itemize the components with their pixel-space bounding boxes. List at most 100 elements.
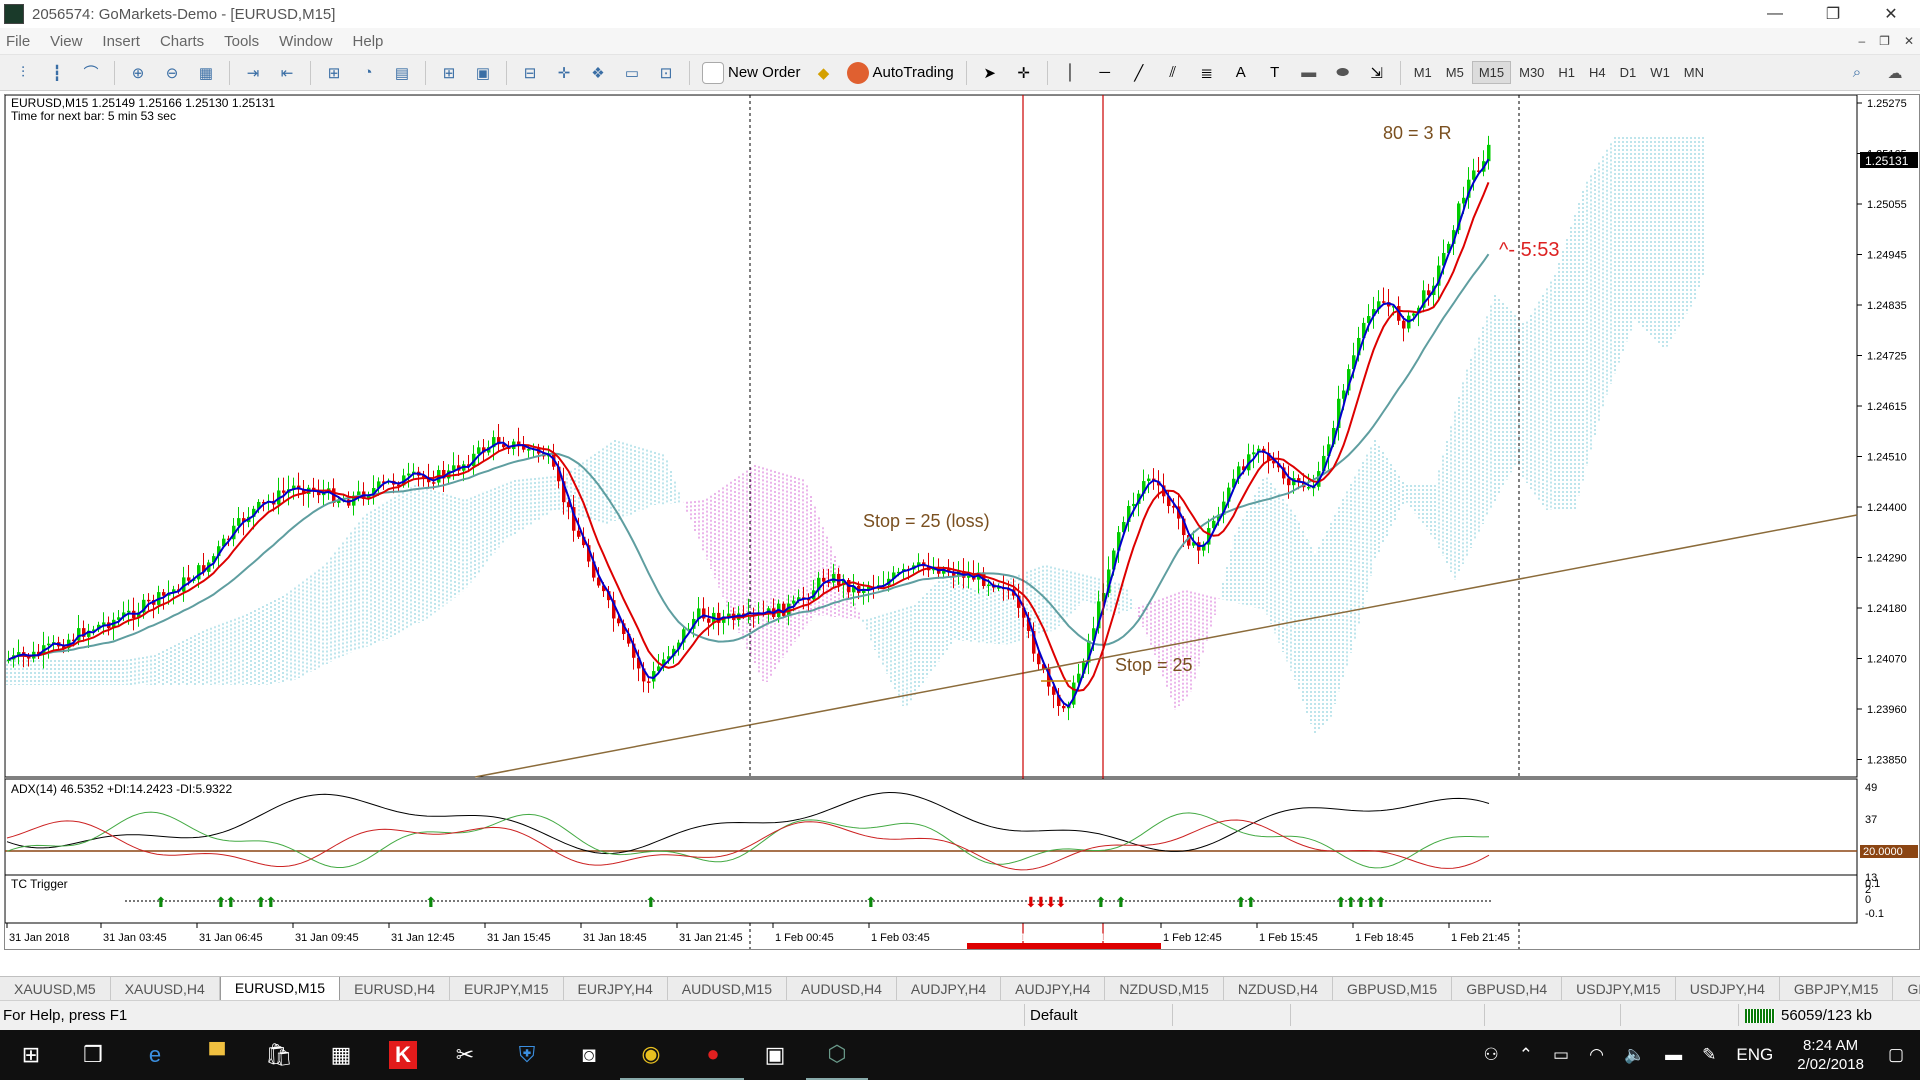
chart-tab[interactable]: USDJPY,M15: [1562, 977, 1676, 1000]
tf-m5[interactable]: M5: [1440, 62, 1470, 83]
chart-tab[interactable]: AUDJPY,H4: [897, 977, 1002, 1000]
text-icon[interactable]: A: [1227, 59, 1255, 87]
pen-icon[interactable]: ✎: [1702, 1045, 1716, 1065]
line-chart-icon[interactable]: ⌒: [77, 59, 105, 87]
chart-shift-icon[interactable]: ⇤: [273, 59, 301, 87]
navigator-icon[interactable]: ❖: [584, 59, 612, 87]
chart-window[interactable]: EURUSD,M15 1.25149 1.25166 1.25130 1.251…: [4, 94, 1920, 958]
people-icon[interactable]: ⚇: [1484, 1045, 1499, 1065]
chart-tab[interactable]: EURUSD,M15: [219, 977, 341, 1000]
chart-tab[interactable]: AUDJPY,H4: [1001, 977, 1106, 1000]
menu-file[interactable]: File: [0, 33, 40, 50]
close-button[interactable]: ✕: [1862, 0, 1920, 28]
meta-editor-icon[interactable]: ◆: [810, 59, 838, 87]
zoom-out-icon[interactable]: ⊖: [158, 59, 186, 87]
tf-h1[interactable]: H1: [1552, 62, 1581, 83]
tf-d1[interactable]: D1: [1614, 62, 1643, 83]
menu-tools[interactable]: Tools: [214, 33, 269, 50]
chart-tab[interactable]: GB: [1893, 977, 1920, 1000]
chart-tab[interactable]: EURJPY,M15: [450, 977, 564, 1000]
market-watch-icon[interactable]: ⊟: [516, 59, 544, 87]
chart-tab[interactable]: EURUSD,H4: [340, 977, 450, 1000]
chart-tab[interactable]: GBPUSD,M15: [1333, 977, 1453, 1000]
chart-tab[interactable]: NZDUSD,H4: [1224, 977, 1333, 1000]
profiles-icon[interactable]: ▣: [469, 59, 497, 87]
tf-m15[interactable]: M15: [1471, 61, 1512, 84]
channel-icon[interactable]: ⫽: [1159, 59, 1187, 87]
chrome-icon[interactable]: ◉: [620, 1030, 682, 1080]
auto-scroll-icon[interactable]: ⇥: [239, 59, 267, 87]
tf-m30[interactable]: M30: [1513, 62, 1550, 83]
chart-tab[interactable]: GBPUSD,H4: [1452, 977, 1563, 1000]
autotrading-button[interactable]: AutoTrading: [846, 61, 954, 84]
chart-canvas[interactable]: EURUSD,M15 1.25149 1.25166 1.25130 1.251…: [4, 94, 1919, 958]
child-restore-button[interactable]: ❐: [1879, 34, 1890, 48]
templates-icon[interactable]: ▤: [388, 59, 416, 87]
chart-tab[interactable]: NZDUSD,M15: [1105, 977, 1224, 1000]
crosshair-icon[interactable]: ✛: [1010, 59, 1038, 87]
child-close-button[interactable]: ✕: [1904, 34, 1914, 48]
menu-insert[interactable]: Insert: [92, 33, 150, 50]
chart-tab[interactable]: EURJPY,H4: [564, 977, 668, 1000]
chart-tab[interactable]: AUDUSD,M15: [668, 977, 788, 1000]
store-icon[interactable]: 🛍: [248, 1030, 310, 1080]
zoom-in-icon[interactable]: ⊕: [124, 59, 152, 87]
menu-help[interactable]: Help: [343, 33, 394, 50]
new-order-button[interactable]: New Order: [702, 61, 801, 84]
strategy-tester-icon[interactable]: ⊡: [652, 59, 680, 87]
menu-charts[interactable]: Charts: [150, 33, 214, 50]
cursor-icon[interactable]: ➤: [976, 59, 1004, 87]
keyboard-icon[interactable]: ▭: [1553, 1045, 1569, 1065]
fibonacci-icon[interactable]: ≣: [1193, 59, 1221, 87]
periods-icon[interactable]: ◔: [354, 59, 382, 87]
tf-mn[interactable]: MN: [1678, 62, 1710, 83]
candlestick-icon[interactable]: ┇: [43, 59, 71, 87]
child-minimize-button[interactable]: –: [1858, 34, 1865, 48]
gomarkets-icon[interactable]: ⬡: [806, 1030, 868, 1080]
app-network-icon[interactable]: ▣: [744, 1030, 806, 1080]
language-indicator[interactable]: ENG: [1736, 1045, 1773, 1065]
menu-view[interactable]: View: [40, 33, 92, 50]
terminal-icon[interactable]: ▭: [618, 59, 646, 87]
calculator-icon[interactable]: ▦: [310, 1030, 372, 1080]
chart-tab[interactable]: AUDUSD,H4: [787, 977, 897, 1000]
data-window-icon[interactable]: ✛: [550, 59, 578, 87]
tf-h4[interactable]: H4: [1583, 62, 1612, 83]
restore-button[interactable]: ❐: [1804, 0, 1862, 28]
text-label-icon[interactable]: T: [1261, 59, 1289, 87]
bar-chart-icon[interactable]: ⫶: [9, 59, 37, 87]
battery-icon[interactable]: ▬: [1665, 1045, 1682, 1065]
start-windows-icon[interactable]: ⊞: [0, 1030, 62, 1080]
chart-tab[interactable]: XAUUSD,M5: [0, 977, 111, 1000]
wifi-icon[interactable]: ◠: [1589, 1045, 1604, 1065]
app-k-icon[interactable]: K: [389, 1041, 417, 1069]
indicators-icon[interactable]: ⊞: [320, 59, 348, 87]
notifications-icon[interactable]: ▢: [1888, 1045, 1904, 1065]
connection-status[interactable]: 56059/123 kb: [1745, 1007, 1872, 1024]
task-view-icon[interactable]: ❒: [62, 1030, 124, 1080]
arrows-icon[interactable]: ⇲: [1363, 59, 1391, 87]
chevron-up-icon[interactable]: ⌃: [1519, 1045, 1533, 1065]
new-chart-icon[interactable]: ⊞: [435, 59, 463, 87]
file-explorer-icon[interactable]: ▀: [186, 1030, 248, 1080]
volume-icon[interactable]: 🔈: [1624, 1045, 1645, 1065]
community-icon[interactable]: ☁: [1881, 59, 1909, 87]
clock[interactable]: 8:24 AM 2/02/2018: [1797, 1036, 1864, 1074]
camera-icon[interactable]: ◙: [558, 1030, 620, 1080]
chart-tab[interactable]: GBPJPY,M15: [1780, 977, 1894, 1000]
tile-windows-icon[interactable]: ▦: [192, 59, 220, 87]
menu-window[interactable]: Window: [269, 33, 342, 50]
chart-tab[interactable]: USDJPY,H4: [1676, 977, 1780, 1000]
edge-browser-icon[interactable]: e: [124, 1030, 186, 1080]
ellipse-icon[interactable]: ⬬: [1329, 59, 1357, 87]
chart-tab[interactable]: XAUUSD,H4: [111, 977, 220, 1000]
rectangle-icon[interactable]: ▬: [1295, 59, 1323, 87]
vertical-line-icon[interactable]: │: [1057, 59, 1085, 87]
search-icon[interactable]: ⌕: [1843, 59, 1871, 87]
minimize-button[interactable]: —: [1746, 0, 1804, 28]
tf-w1[interactable]: W1: [1644, 62, 1676, 83]
app-red-icon[interactable]: ●: [682, 1030, 744, 1080]
horizontal-line-icon[interactable]: ─: [1091, 59, 1119, 87]
snipping-icon[interactable]: ✂: [434, 1030, 496, 1080]
trendline-icon[interactable]: ╱: [1125, 59, 1153, 87]
